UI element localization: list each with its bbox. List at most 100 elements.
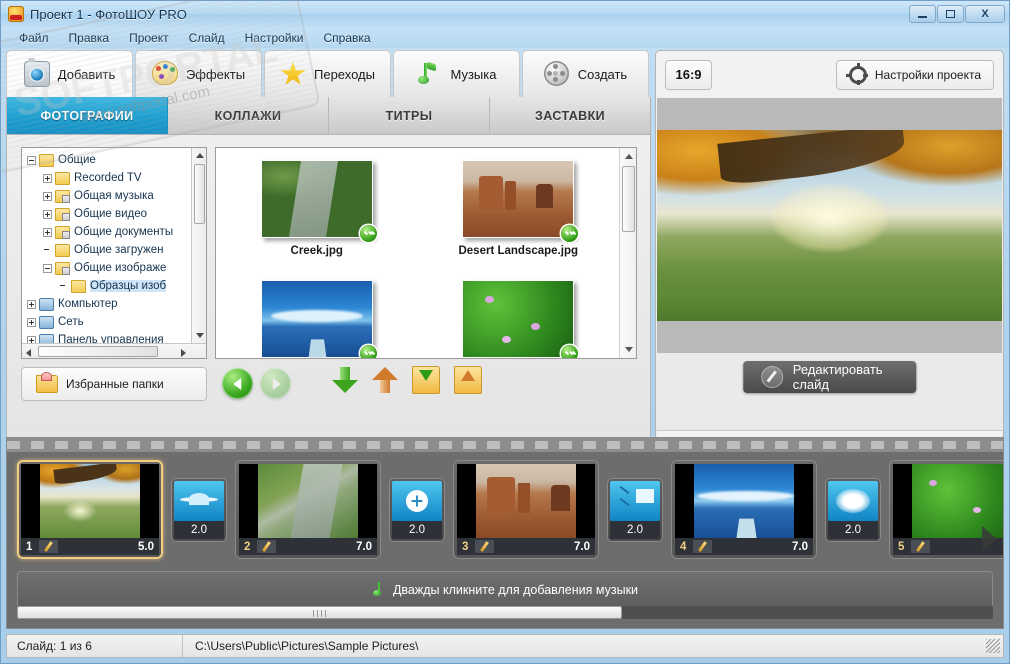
folder-tree[interactable]: Общие Recorded TV Общая музыка Общие вид…: [21, 147, 207, 359]
tab-collages[interactable]: КОЛЛАЖИ: [168, 97, 329, 134]
tree-item-network[interactable]: Сеть: [25, 313, 206, 331]
minimize-button[interactable]: [909, 5, 936, 23]
toolbar-button-add[interactable]: Добавить: [6, 50, 133, 97]
project-settings-button[interactable]: Настройки проекта: [835, 59, 994, 90]
slide-duration[interactable]: 7.0: [574, 541, 590, 553]
slide-edit-icon[interactable]: [475, 540, 495, 553]
file-item[interactable]: Desert Landscape.jpg: [418, 160, 620, 280]
forward-arrow-icon[interactable]: [260, 368, 291, 399]
file-thumbnail[interactable]: [462, 280, 579, 358]
toolbar-label-music: Музыка: [450, 66, 497, 82]
tab-intros[interactable]: ЗАСТАВКИ: [490, 97, 650, 134]
scroll-right-icon[interactable]: [181, 349, 186, 357]
slide-duration[interactable]: 5.0: [138, 541, 154, 553]
slide-edit-icon[interactable]: [911, 540, 931, 553]
transition-duration: 2.0: [174, 520, 224, 539]
expand-toggle-icon[interactable]: [27, 317, 36, 327]
preview-stage: [657, 98, 1002, 353]
tree-item-public-downloads[interactable]: Общие загружен: [25, 241, 206, 259]
timeline-slide[interactable]: 2 7.0: [235, 460, 381, 559]
file-item[interactable]: Dock.jpg: [216, 280, 418, 358]
expand-toggle-icon[interactable]: [43, 173, 52, 183]
file-thumbnail-grid[interactable]: Creek.jpg Desert Landscape.jpg: [215, 147, 637, 359]
expand-toggle-icon[interactable]: [43, 227, 52, 237]
aspect-ratio-button[interactable]: 16:9: [665, 59, 712, 90]
scrollbar-thumb[interactable]: [194, 164, 205, 224]
file-thumbnail[interactable]: [260, 160, 377, 242]
timeline-slide[interactable]: 1 5.0: [17, 460, 163, 559]
tree-item-common[interactable]: Общие: [25, 151, 206, 169]
tree-item-public-music[interactable]: Общая музыка: [25, 187, 206, 205]
green-down-arrow-icon[interactable]: [332, 365, 358, 395]
scrollbar-thumb[interactable]: [622, 166, 635, 232]
toolbar-button-effects[interactable]: Эффекты: [135, 50, 262, 97]
timeline-transition[interactable]: 2.0: [171, 477, 227, 542]
favorite-folders-button[interactable]: Избранные папки: [21, 367, 207, 401]
menu-item-settings[interactable]: Настройки: [235, 29, 314, 47]
tree-item-recorded-tv[interactable]: Recorded TV: [25, 169, 206, 187]
tree-item-public-documents[interactable]: Общие документы: [25, 223, 206, 241]
chevron-right-icon[interactable]: [982, 526, 997, 552]
file-grid-scrollbar[interactable]: [619, 148, 636, 358]
timeline-transition[interactable]: 2.0: [389, 477, 445, 542]
slide-edit-icon[interactable]: [39, 540, 59, 553]
folder-export-icon[interactable]: [454, 366, 482, 394]
timeline-transition[interactable]: 2.0: [607, 477, 663, 542]
tree-item-public-videos[interactable]: Общие видео: [25, 205, 206, 223]
scroll-down-icon[interactable]: [196, 333, 204, 338]
toolbar-button-transitions[interactable]: Переходы: [264, 50, 391, 97]
music-track-area[interactable]: Дважды кликните для добавления музыки: [17, 571, 993, 608]
folder-import-icon[interactable]: [412, 366, 440, 394]
menu-item-slide[interactable]: Слайд: [179, 29, 235, 47]
menu-item-edit[interactable]: Правка: [59, 29, 120, 47]
slide-strip[interactable]: 1 5.0 2.0 2 7.0 2.0 3 7.0 2.0 4 7.0 2.0 …: [7, 452, 1003, 567]
scroll-down-icon[interactable]: [625, 347, 633, 352]
orange-up-arrow-icon[interactable]: [372, 365, 398, 395]
file-thumbnail[interactable]: [260, 280, 377, 358]
tab-photos[interactable]: ФОТОГРАФИИ: [7, 97, 168, 134]
tree-item-computer[interactable]: Компьютер: [25, 295, 206, 313]
timeline-transition[interactable]: 2.0: [825, 477, 881, 542]
scroll-up-icon[interactable]: [196, 153, 204, 158]
slide-edit-icon[interactable]: [693, 540, 713, 553]
pencil-icon: [760, 366, 783, 388]
maximize-button[interactable]: [937, 5, 964, 23]
scroll-up-icon[interactable]: [625, 154, 633, 159]
tree-item-sample-pictures[interactable]: Образцы изоб: [25, 277, 206, 295]
menu-item-project[interactable]: Проект: [119, 29, 179, 47]
expand-toggle-icon[interactable]: [27, 299, 36, 309]
timeline-slide[interactable]: 4 7.0: [671, 460, 817, 559]
slide-duration[interactable]: 7.0: [356, 541, 372, 553]
folder-tree-vertical-scrollbar[interactable]: [191, 148, 206, 343]
scroll-left-icon[interactable]: [26, 349, 31, 357]
slide-thumbnail: [239, 464, 377, 538]
file-thumbnail[interactable]: [462, 160, 579, 242]
timeline-scrollbar[interactable]: [17, 606, 993, 619]
edit-slide-button[interactable]: Редактировать слайд: [742, 361, 917, 393]
collapse-toggle-icon[interactable]: [43, 263, 52, 273]
file-item[interactable]: Forest Flowers.jpg: [418, 280, 620, 358]
scrollbar-thumb[interactable]: [17, 606, 623, 619]
expand-toggle-icon[interactable]: [43, 209, 52, 219]
tab-titles[interactable]: ТИТРЫ: [329, 97, 490, 134]
toolbar-button-music[interactable]: Музыка: [393, 50, 520, 97]
folder-tree-horizontal-scrollbar[interactable]: [22, 343, 206, 358]
file-item[interactable]: Creek.jpg: [216, 160, 418, 280]
edit-slide-label: Редактировать слайд: [792, 362, 883, 392]
tree-item-label: Общие изображе: [74, 262, 167, 274]
navigation-buttons: [222, 368, 291, 399]
slide-duration[interactable]: 7.0: [792, 541, 808, 553]
resize-grip-icon[interactable]: [986, 639, 1000, 653]
back-arrow-icon[interactable]: [222, 368, 253, 399]
menu-item-file[interactable]: Файл: [9, 29, 59, 47]
menu-item-help[interactable]: Справка: [313, 29, 380, 47]
preview-image[interactable]: [657, 130, 1002, 321]
toolbar-button-create[interactable]: Создать: [522, 50, 649, 97]
collapse-toggle-icon[interactable]: [27, 155, 36, 165]
expand-toggle-icon[interactable]: [43, 191, 52, 201]
slide-edit-icon[interactable]: [257, 540, 277, 553]
scrollbar-thumb[interactable]: [38, 346, 158, 357]
close-button[interactable]: X: [965, 5, 1005, 23]
tree-item-public-pictures[interactable]: Общие изображе: [25, 259, 206, 277]
timeline-slide[interactable]: 3 7.0: [453, 460, 599, 559]
